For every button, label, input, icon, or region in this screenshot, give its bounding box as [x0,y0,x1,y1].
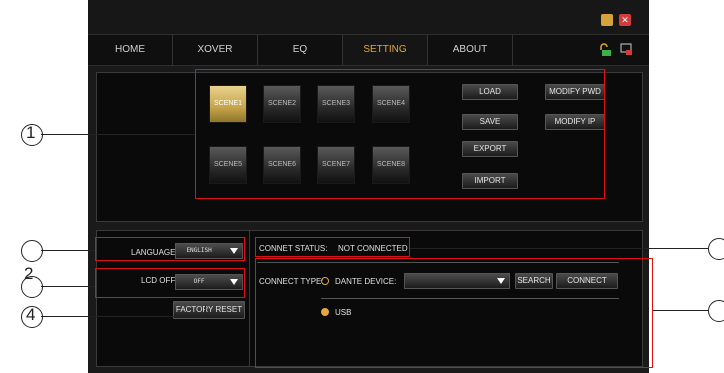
callout-line [205,305,206,317]
callout-line [41,134,195,135]
highlight-box-language [95,237,245,261]
callout-circle [21,240,43,262]
tab-about[interactable]: ABOUT [428,35,513,65]
callout-line [41,286,95,287]
callout-line [653,310,708,311]
callout-circle [708,238,724,260]
callout-line [410,248,708,249]
title-bar: ✕ [88,0,649,34]
nav-bar: HOME XOVER EQ SETTING ABOUT [88,34,649,66]
highlight-box-lcd [95,268,245,298]
callout-label: 1 [26,123,36,142]
callout-circle [21,276,43,298]
network-icon[interactable] [620,43,634,57]
callout-label: 4 [26,305,36,324]
divider [249,231,250,366]
highlight-box-scenes [195,69,605,199]
tab-xover[interactable]: XOVER [173,35,258,65]
close-icon[interactable]: ✕ [619,14,631,26]
highlight-box-connect [255,258,653,368]
callout-line [41,316,205,317]
lock-icon[interactable] [598,43,612,57]
tab-home[interactable]: HOME [88,35,173,65]
callout-circle [708,300,724,322]
highlight-box-status [255,237,410,257]
minimize-icon[interactable] [601,14,613,26]
callout-line [41,250,95,251]
tab-eq[interactable]: EQ [258,35,343,65]
tab-setting[interactable]: SETTING [343,35,428,65]
